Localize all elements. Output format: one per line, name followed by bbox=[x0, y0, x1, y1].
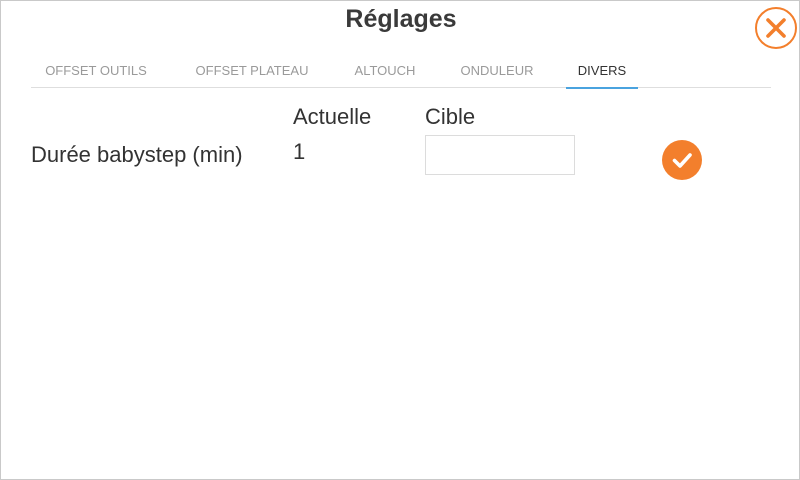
column-header-current: Actuelle bbox=[293, 104, 372, 129]
page-title: Réglages bbox=[345, 5, 457, 33]
column-header-target: Cible bbox=[425, 104, 476, 129]
tab-offset-outils[interactable]: OFFSET OUTILS bbox=[40, 57, 152, 88]
close-icon bbox=[766, 18, 786, 38]
close-button[interactable] bbox=[755, 7, 797, 49]
tab-divers[interactable]: DIVERS bbox=[566, 57, 638, 89]
tab-bar: OFFSET OUTILS OFFSET PLATEAU ALTOUCH OND… bbox=[31, 57, 771, 89]
confirm-button[interactable] bbox=[662, 140, 702, 180]
check-icon bbox=[672, 153, 692, 168]
setting-label-babystep-duration: Durée babystep (min) bbox=[31, 142, 243, 167]
target-value-input[interactable] bbox=[425, 135, 575, 175]
settings-window: Réglages OFFSET OUTILS OFFSET PLATEAU AL… bbox=[0, 0, 800, 480]
current-value: 1 bbox=[293, 139, 306, 164]
tab-altouch[interactable]: ALTOUCH bbox=[350, 57, 420, 88]
tab-onduleur[interactable]: ONDULEUR bbox=[455, 57, 539, 88]
tab-offset-plateau[interactable]: OFFSET PLATEAU bbox=[189, 57, 315, 88]
